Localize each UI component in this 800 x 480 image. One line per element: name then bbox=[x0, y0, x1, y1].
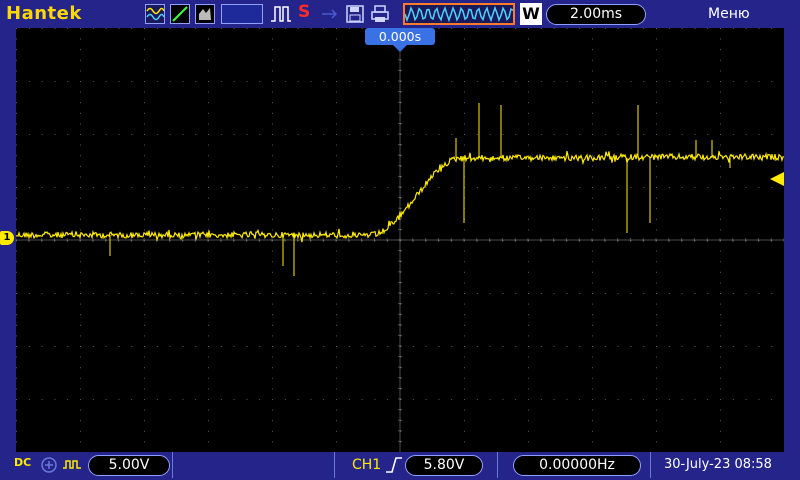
stop-icon[interactable]: S bbox=[298, 2, 314, 22]
status-divider bbox=[334, 452, 335, 478]
timebase-display[interactable]: 2.00ms bbox=[546, 4, 646, 25]
trigger-position-label[interactable]: 0.000s bbox=[365, 28, 435, 45]
trigger-level[interactable]: 5.80V bbox=[405, 455, 483, 476]
ramp-icon[interactable] bbox=[170, 4, 190, 24]
frequency-counter: 0.00000Hz bbox=[513, 455, 641, 476]
trigger-source[interactable]: CH1 bbox=[352, 457, 381, 473]
graticule bbox=[16, 28, 784, 452]
ch1-ground-marker[interactable]: 1 bbox=[0, 231, 14, 245]
date-time: 30-July-23 08:58 bbox=[664, 457, 772, 472]
window-mode-button[interactable]: W bbox=[520, 3, 542, 25]
memory-waveform-overview[interactable] bbox=[403, 3, 515, 25]
persistence-icon[interactable] bbox=[195, 4, 215, 24]
bandwidth-limit-icon bbox=[40, 456, 58, 474]
menu-button[interactable]: Меню bbox=[708, 6, 750, 22]
save-icon[interactable] bbox=[346, 4, 364, 24]
pulse-icon[interactable] bbox=[270, 4, 292, 24]
status-divider bbox=[172, 452, 173, 478]
wave-mode-icon[interactable] bbox=[145, 4, 165, 24]
status-indicator bbox=[221, 4, 263, 24]
rising-edge-icon[interactable] bbox=[384, 455, 404, 475]
top-toolbar: Hantek S W 2.00ms Меню bbox=[0, 0, 800, 28]
coupling-indicator[interactable]: DC bbox=[14, 456, 31, 469]
status-divider bbox=[497, 452, 498, 478]
trigger-level-marker[interactable] bbox=[770, 172, 784, 186]
status-divider bbox=[650, 452, 651, 478]
probe-icon bbox=[62, 456, 82, 474]
usb-icon bbox=[320, 4, 340, 24]
waveform-display[interactable] bbox=[16, 28, 784, 452]
print-icon[interactable] bbox=[370, 4, 390, 24]
brand-logo: Hantek bbox=[6, 3, 82, 24]
trigger-position-marker bbox=[393, 45, 407, 52]
ch1-volts-div[interactable]: 5.00V bbox=[88, 455, 170, 476]
